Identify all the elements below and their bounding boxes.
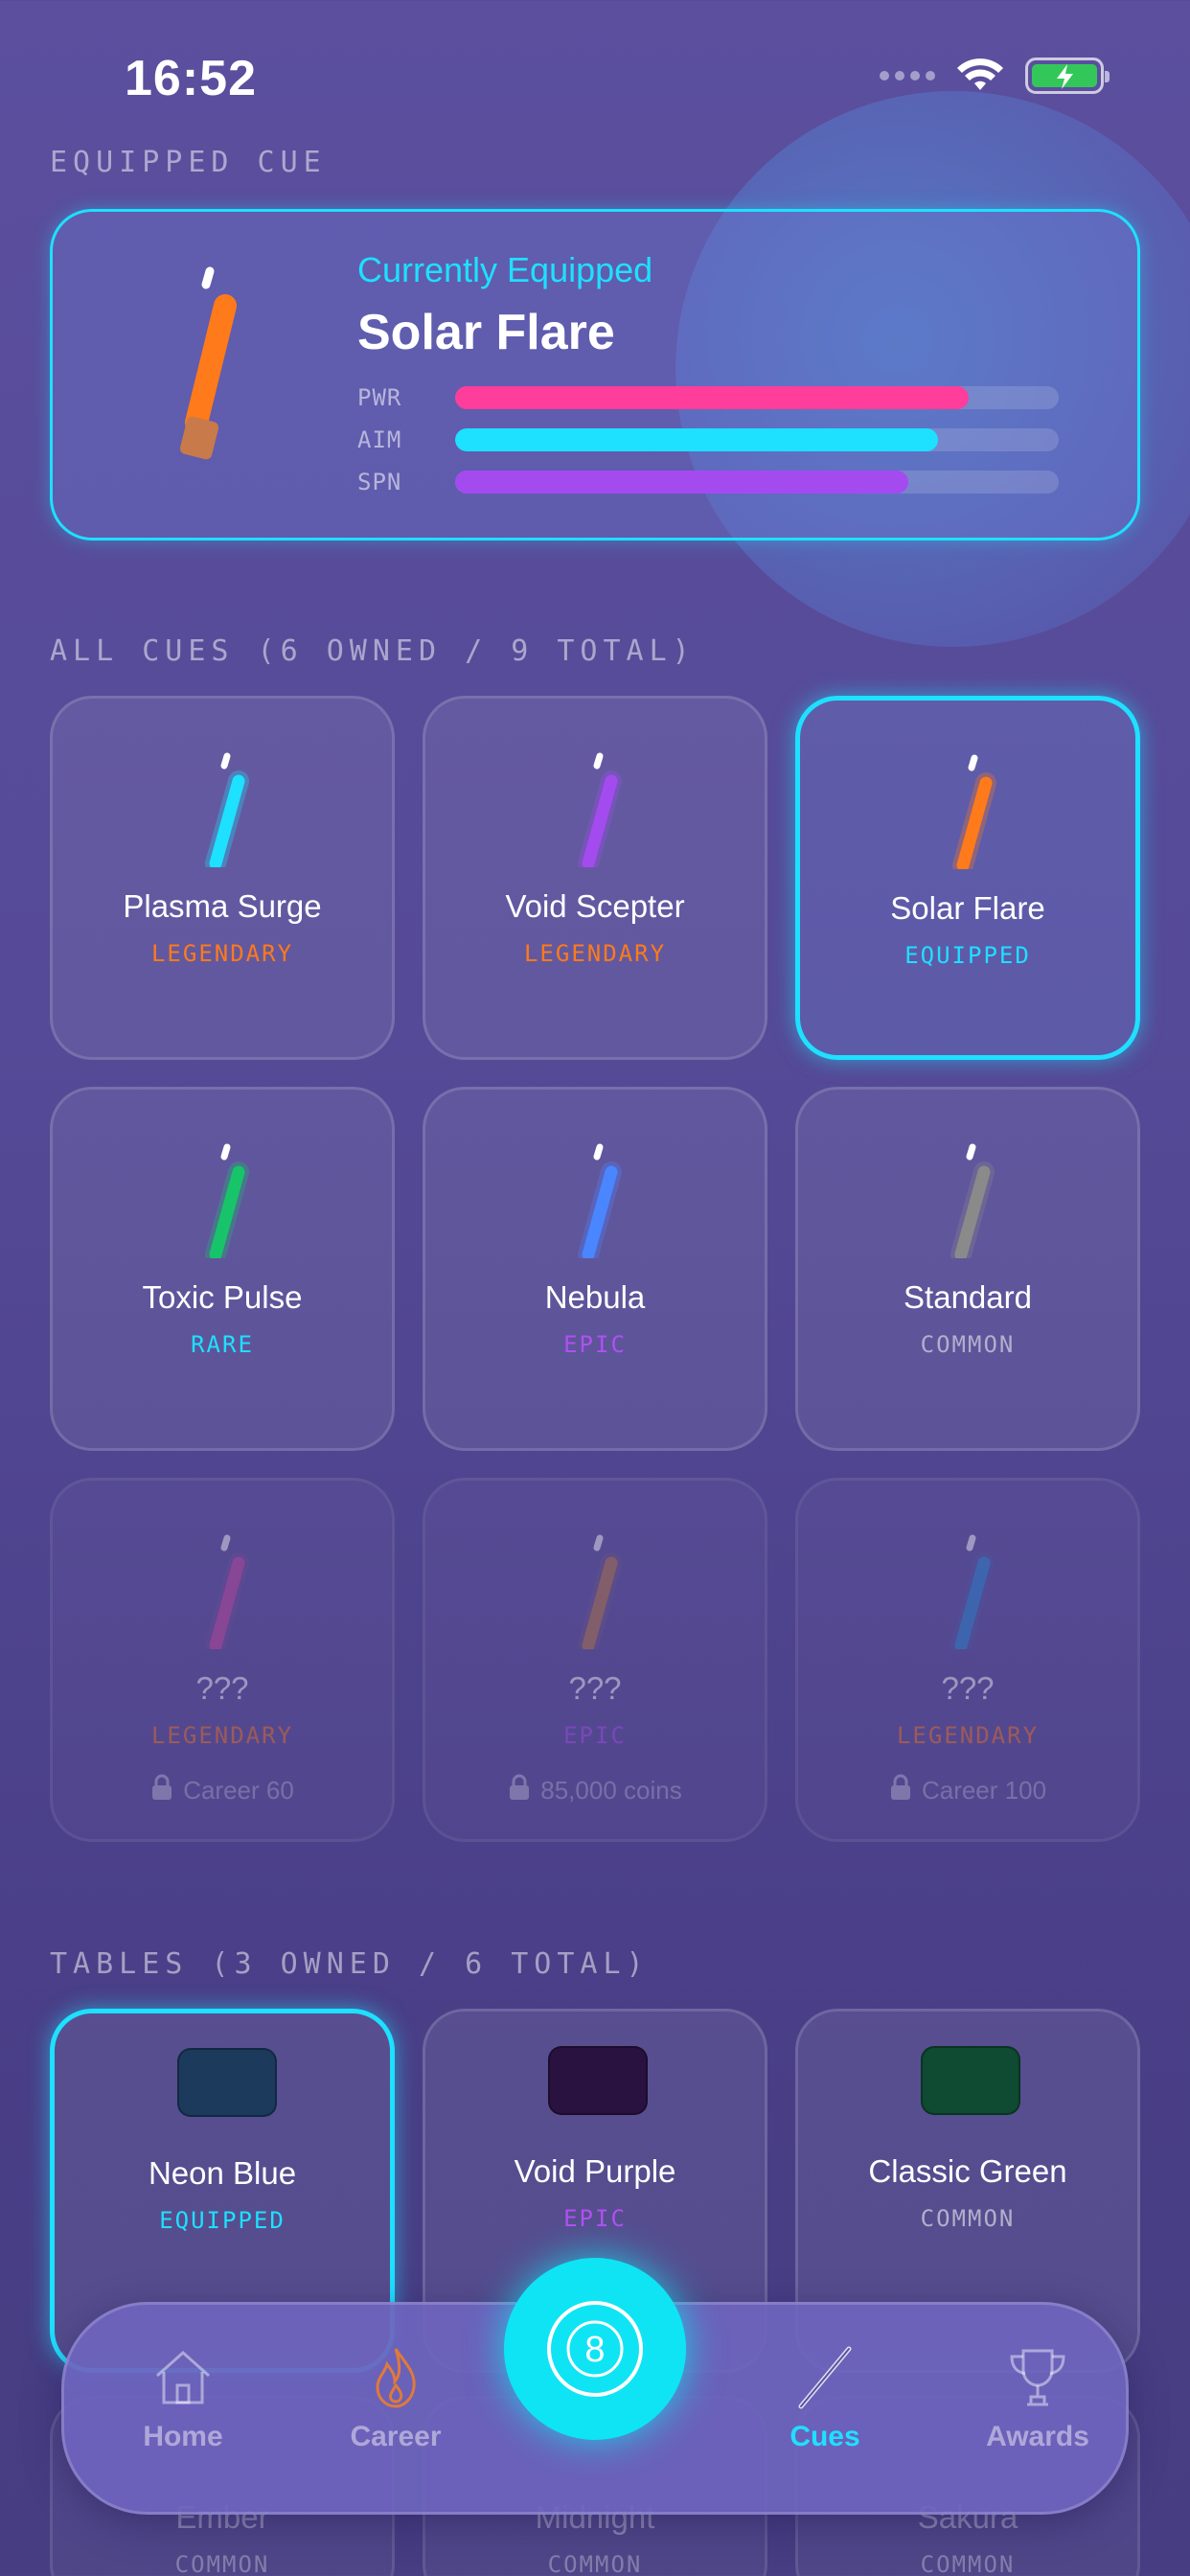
table-felt-swatch xyxy=(548,2046,648,2115)
cue-rarity: LEGENDARY xyxy=(150,1722,294,1749)
cue-name: Solar Flare xyxy=(890,890,1045,926)
cue-rarity: COMMON xyxy=(920,1331,1016,1358)
cue-card[interactable]: Void Scepter LEGENDARY xyxy=(423,696,767,1060)
cue-art xyxy=(578,1143,622,1258)
tab-cues[interactable]: Cues xyxy=(739,2343,911,2453)
requirement-text: Career 100 xyxy=(921,1776,1047,1805)
cue-icon xyxy=(798,2346,852,2409)
stat-aim: AIM xyxy=(357,426,1059,453)
trophy-icon xyxy=(1010,2349,1065,2406)
tab-label: Awards xyxy=(986,2421,1089,2452)
lock-icon xyxy=(150,1774,173,1807)
table-rarity: COMMON xyxy=(920,2205,1016,2232)
cue-name: Void Scepter xyxy=(505,888,685,924)
cue-rarity: LEGENDARY xyxy=(150,940,294,967)
lock-icon xyxy=(889,1774,912,1807)
cue-card[interactable]: Solar Flare EQUIPPED xyxy=(795,696,1140,1060)
cue-rarity: RARE xyxy=(191,1331,254,1358)
equipped-section-title: EQUIPPED CUE xyxy=(50,146,327,179)
cue-name: Nebula xyxy=(544,1279,646,1315)
cue-art xyxy=(950,1534,995,1649)
unlock-requirement: Career 60 xyxy=(53,1774,392,1807)
requirement-text: 85,000 coins xyxy=(540,1776,682,1805)
table-felt-swatch xyxy=(921,2046,1020,2115)
eight-ball-icon: 8 xyxy=(547,2301,643,2397)
cue-art xyxy=(950,1143,995,1258)
flame-icon xyxy=(376,2348,416,2408)
tab-career[interactable]: Career xyxy=(309,2343,482,2453)
cue-art xyxy=(205,1143,249,1258)
cue-card[interactable]: ??? LEGENDARY Career 100 xyxy=(795,1478,1140,1842)
table-rarity: COMMON xyxy=(547,2551,643,2576)
cue-card[interactable]: ??? EPIC 85,000 coins xyxy=(423,1478,767,1842)
cue-name: ??? xyxy=(941,1670,995,1706)
wifi-icon xyxy=(957,58,1003,90)
stat-bar xyxy=(455,386,969,409)
cue-rarity: LEGENDARY xyxy=(896,1722,1040,1749)
cue-art xyxy=(578,1534,622,1649)
signal-icon xyxy=(880,71,935,80)
cue-card[interactable]: Standard COMMON xyxy=(795,1087,1140,1451)
cue-name: Standard xyxy=(904,1279,1032,1315)
cue-rarity: EQUIPPED xyxy=(904,942,1031,969)
home-icon xyxy=(156,2350,210,2404)
cue-card[interactable]: Toxic Pulse RARE xyxy=(50,1087,395,1451)
status-time: 16:52 xyxy=(125,51,257,106)
tables-section-title: TABLES (3 OWNED / 6 TOTAL) xyxy=(50,1947,650,1981)
stat-label: PWR xyxy=(357,384,402,411)
table-name: Neon Blue xyxy=(148,2155,297,2191)
cue-name: Toxic Pulse xyxy=(142,1279,303,1315)
stat-label: AIM xyxy=(357,426,402,453)
requirement-text: Career 60 xyxy=(183,1776,294,1805)
equipped-subtitle: Currently Equipped xyxy=(357,250,653,289)
tab-label: Home xyxy=(143,2421,223,2452)
unlock-requirement: 85,000 coins xyxy=(425,1774,765,1807)
tab-home[interactable]: Home xyxy=(97,2343,269,2453)
cue-art xyxy=(578,752,622,867)
table-rarity: EPIC xyxy=(563,2205,627,2232)
stat-bar xyxy=(455,428,938,451)
table-rarity: COMMON xyxy=(174,2551,270,2576)
tab-label: Cues xyxy=(790,2421,860,2452)
battery-icon xyxy=(1025,58,1110,94)
tab-label: Career xyxy=(350,2421,442,2452)
play-button-label: 8 xyxy=(584,2330,605,2370)
unlock-requirement: Career 100 xyxy=(798,1774,1137,1807)
table-name: Classic Green xyxy=(868,2153,1067,2189)
stat-spin: SPN xyxy=(357,469,1059,495)
cue-rarity: EPIC xyxy=(563,1331,627,1358)
equipped-cue-name: Solar Flare xyxy=(357,305,615,360)
cue-art xyxy=(205,1534,249,1649)
stat-power: PWR xyxy=(357,384,1059,411)
equipped-cue-art xyxy=(179,266,237,460)
status-icons xyxy=(880,58,1110,94)
table-name: Void Purple xyxy=(514,2153,676,2189)
cues-section-title: ALL CUES (6 OWNED / 9 TOTAL) xyxy=(50,634,696,668)
cue-art xyxy=(205,752,249,867)
table-felt-swatch xyxy=(177,2048,277,2117)
cue-card[interactable]: ??? LEGENDARY Career 60 xyxy=(50,1478,395,1842)
cue-rarity: EPIC xyxy=(563,1722,627,1749)
stat-bar xyxy=(455,471,908,494)
cue-name: ??? xyxy=(195,1670,249,1706)
cue-name: Plasma Surge xyxy=(123,888,322,924)
cue-card[interactable]: Nebula EPIC xyxy=(423,1087,767,1451)
lock-icon xyxy=(508,1774,531,1807)
equipped-cue-card[interactable]: Currently Equipped Solar Flare PWR AIM S… xyxy=(50,209,1140,540)
tab-awards[interactable]: Awards xyxy=(951,2343,1124,2453)
cue-card[interactable]: Plasma Surge LEGENDARY xyxy=(50,696,395,1060)
stat-label: SPN xyxy=(357,469,402,495)
cue-name: ??? xyxy=(568,1670,622,1706)
table-rarity: EQUIPPED xyxy=(159,2207,286,2234)
cue-rarity: LEGENDARY xyxy=(523,940,667,967)
cue-art xyxy=(952,754,996,869)
table-rarity: COMMON xyxy=(920,2551,1016,2576)
play-button[interactable]: 8 xyxy=(504,2258,686,2440)
